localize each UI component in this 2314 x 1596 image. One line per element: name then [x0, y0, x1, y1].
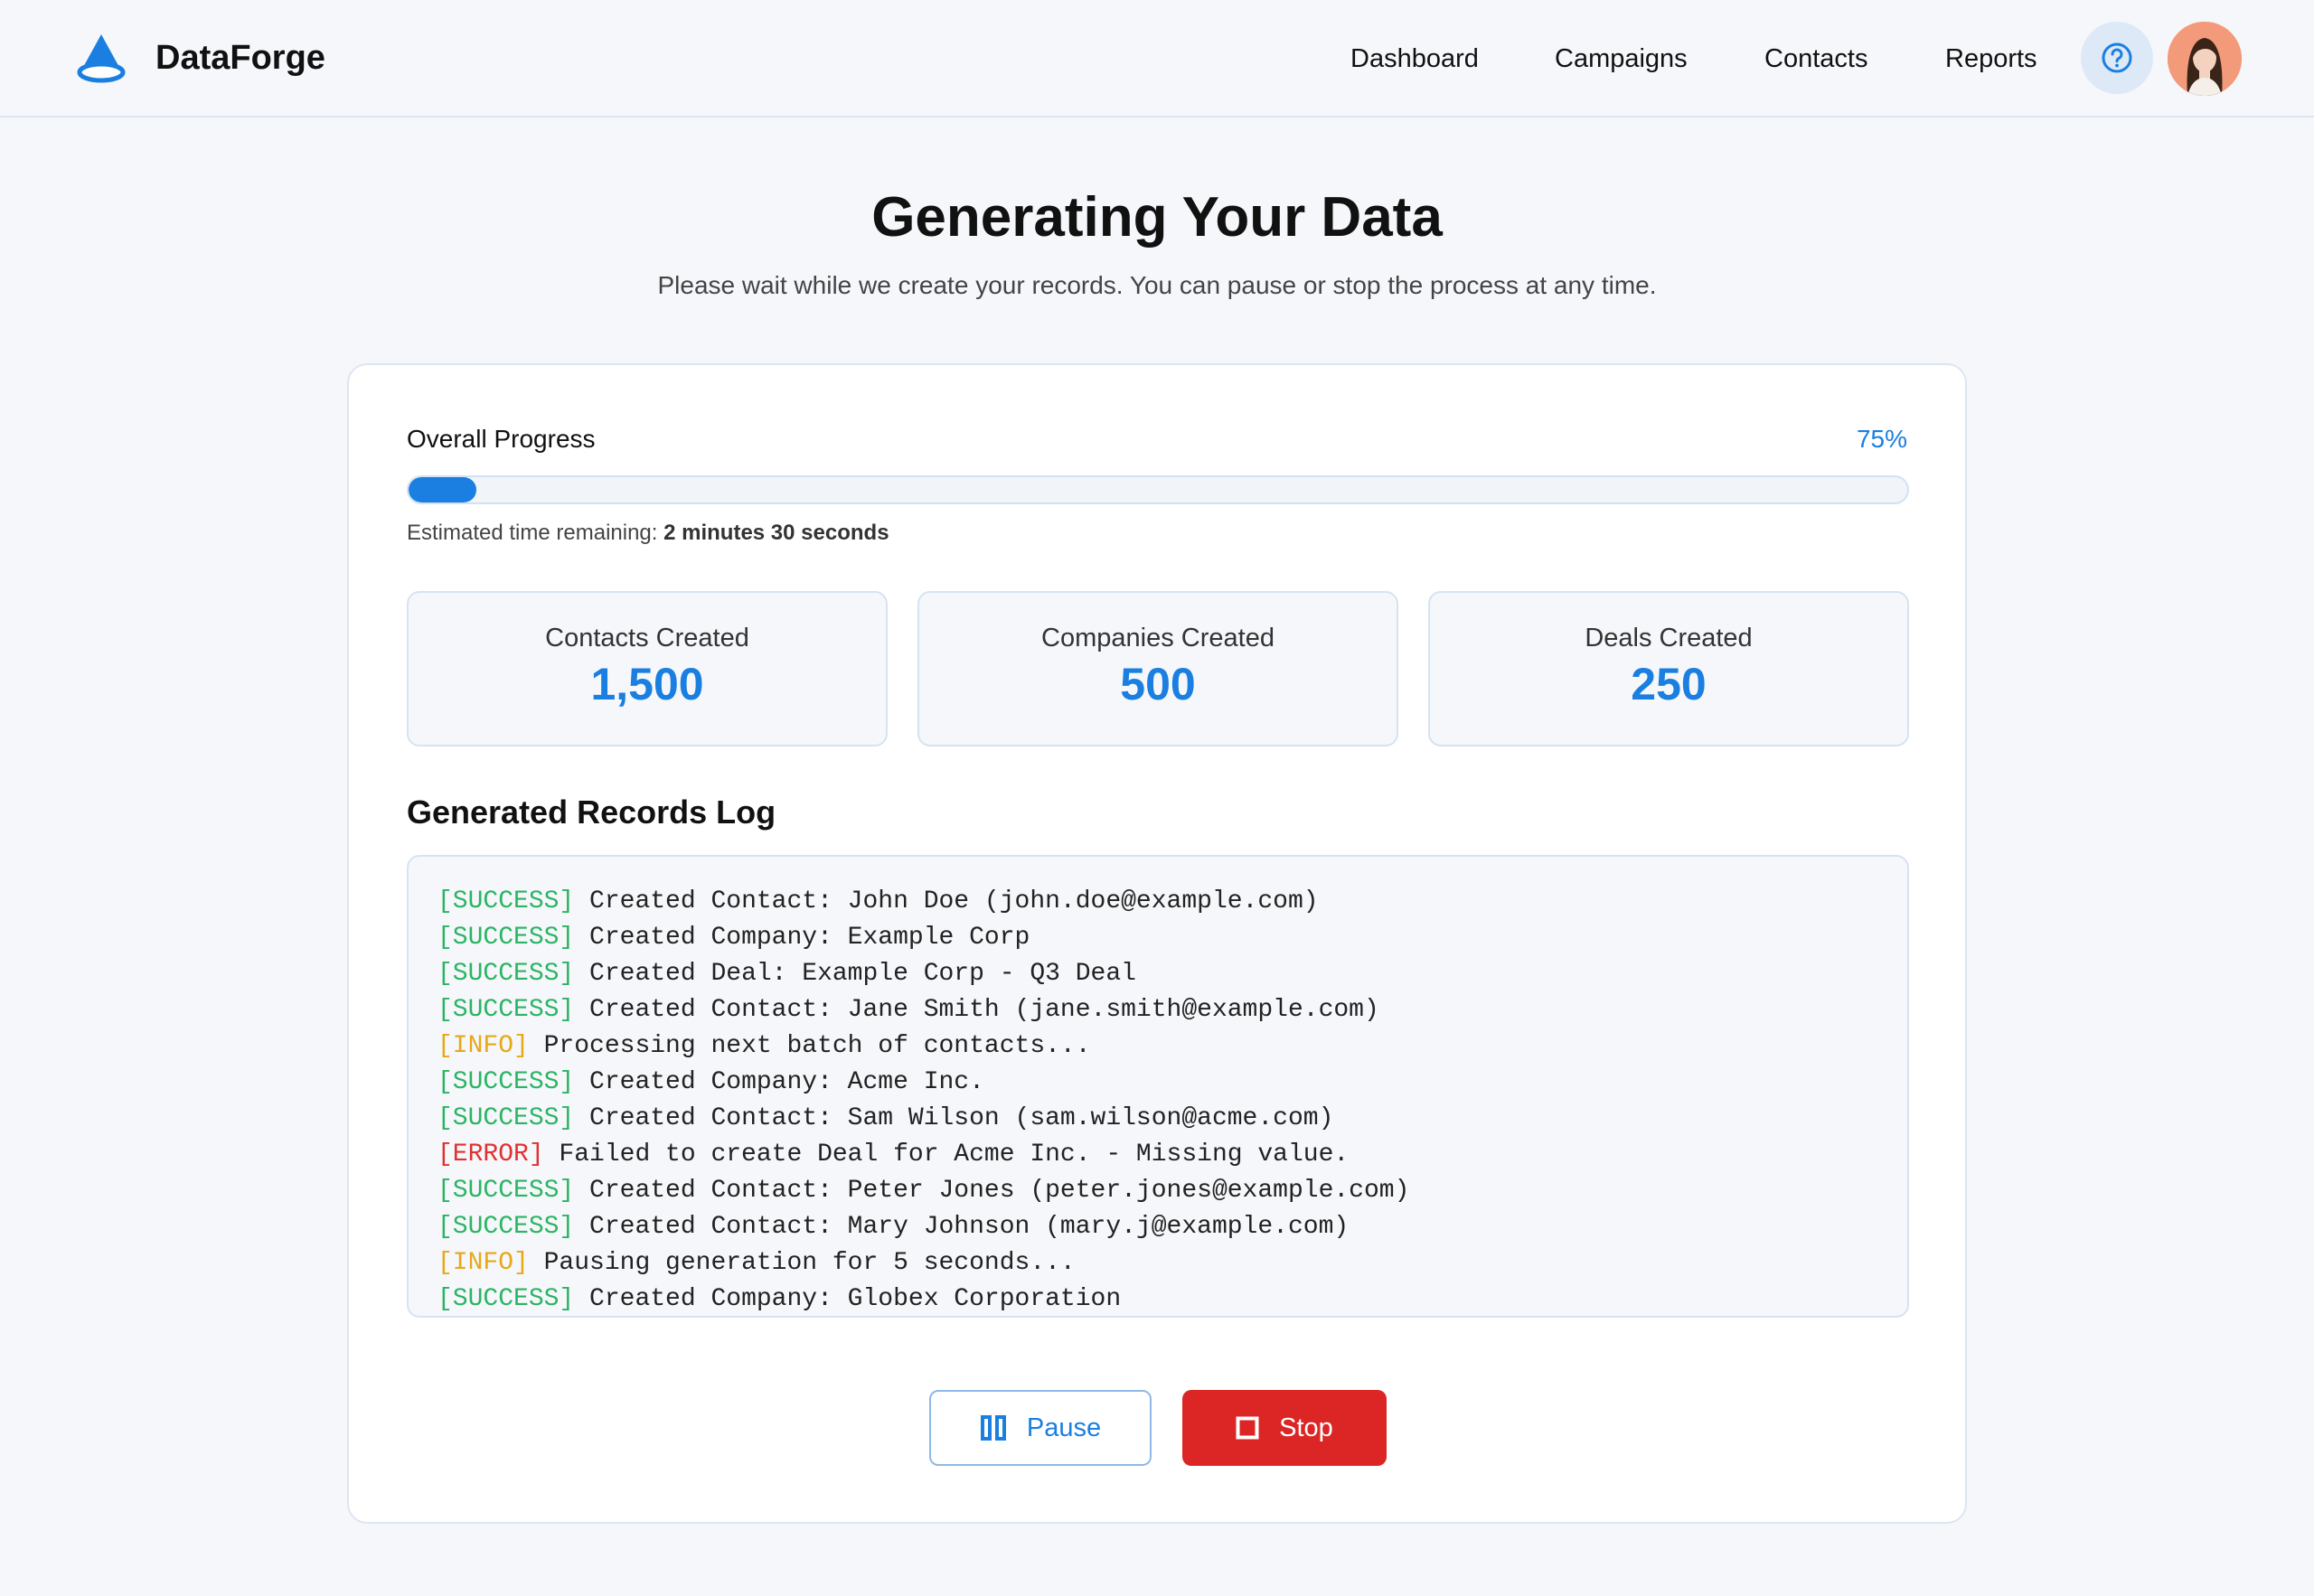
- stat-label: Companies Created: [1041, 624, 1275, 652]
- log-message: Created Deal: Example Corp - Q3 Deal: [574, 960, 1136, 988]
- log-level-tag: [SUCCESS]: [437, 996, 575, 1024]
- stat-value: 1,500: [590, 659, 704, 709]
- log-message: Pausing generation for 5 seconds...: [528, 1249, 1076, 1277]
- nav-contacts[interactable]: Contacts: [1764, 36, 1867, 81]
- top-navbar: DataForge Dashboard Campaigns Contacts R…: [0, 0, 2314, 117]
- log-level-tag: [INFO]: [437, 1249, 529, 1277]
- stat-companies-created: Companies Created 500: [917, 591, 1398, 746]
- log-level-tag: [SUCCESS]: [437, 1068, 575, 1096]
- log-level-tag: [ERROR]: [437, 1141, 544, 1169]
- log-message: Created Company: Example Corp: [574, 924, 1030, 952]
- log-message: Created Contact: Sam Wilson (sam.wilson@…: [574, 1104, 1334, 1132]
- brand-name: DataForge: [155, 38, 325, 77]
- log-entry: [INFO] Pausing generation for 5 seconds.…: [437, 1245, 1878, 1281]
- log-entry: [SUCCESS] Created Contact: Mary Johnson …: [437, 1209, 1878, 1245]
- nav-reports[interactable]: Reports: [1945, 36, 2037, 81]
- log-message: Created Contact: Peter Jones (peter.jone…: [574, 1177, 1410, 1205]
- log-entry: [SUCCESS] Created Contact: John Doe (joh…: [437, 884, 1878, 920]
- log-message: Failed to create Deal for Acme Inc. - Mi…: [543, 1141, 1350, 1169]
- log-entry: [INFO] Processing next batch of contacts…: [437, 1028, 1878, 1065]
- log-message: Created Company: Acme Inc.: [574, 1068, 984, 1096]
- stop-icon: [1236, 1416, 1259, 1440]
- log-level-tag: [SUCCESS]: [437, 1104, 575, 1132]
- log-message: Processing next batch of contacts...: [528, 1032, 1091, 1060]
- log-entry: [SUCCESS] Created Company: Globex Corpor…: [437, 1281, 1878, 1316]
- log-level-tag: [SUCCESS]: [437, 924, 575, 952]
- pause-icon: [980, 1414, 1007, 1441]
- nav-dashboard[interactable]: Dashboard: [1350, 36, 1479, 81]
- page-subtitle: Please wait while we create your records…: [657, 271, 1657, 299]
- pause-label: Pause: [1026, 1413, 1102, 1442]
- help-circle-icon: [2102, 42, 2132, 73]
- log-level-tag: [SUCCESS]: [437, 960, 575, 988]
- log-entry: [ERROR] Failed to create Deal for Acme I…: [437, 1137, 1878, 1173]
- log-message: Created Contact: Mary Johnson (mary.j@ex…: [574, 1213, 1350, 1241]
- log-level-tag: [SUCCESS]: [437, 1285, 575, 1313]
- log-message: Created Contact: Jane Smith (jane.smith@…: [574, 996, 1379, 1024]
- stop-label: Stop: [1279, 1413, 1333, 1442]
- stat-deals-created: Deals Created 250: [1428, 591, 1909, 746]
- pause-button[interactable]: Pause: [929, 1390, 1152, 1466]
- records-log[interactable]: [SUCCESS] Created Contact: John Doe (joh…: [407, 855, 1909, 1318]
- stat-value: 500: [1120, 659, 1196, 709]
- progress-label: Overall Progress: [407, 425, 596, 453]
- log-entry: [SUCCESS] Created Contact: Sam Wilson (s…: [437, 1101, 1878, 1137]
- stat-value: 250: [1631, 659, 1707, 709]
- log-entry: [SUCCESS] Created Contact: Peter Jones (…: [437, 1173, 1878, 1209]
- log-entry: [SUCCESS] Created Deal: Example Corp - Q…: [437, 956, 1878, 992]
- eta-label: Estimated time remaining:: [407, 521, 664, 545]
- page-title: Generating Your Data: [871, 186, 1443, 249]
- progress-bar: [407, 475, 1909, 504]
- stop-button[interactable]: Stop: [1182, 1390, 1387, 1466]
- log-entry: [SUCCESS] Created Contact: Jane Smith (j…: [437, 992, 1878, 1028]
- avatar-portrait-icon: [2168, 22, 2242, 96]
- log-entry: [SUCCESS] Created Company: Example Corp: [437, 920, 1878, 956]
- log-entry: [SUCCESS] Created Company: Acme Inc.: [437, 1065, 1878, 1101]
- brand[interactable]: DataForge: [74, 29, 325, 87]
- stat-label: Deals Created: [1585, 624, 1753, 652]
- eta-value: 2 minutes 30 seconds: [663, 521, 889, 545]
- progress-bar-fill: [409, 477, 476, 502]
- log-message: Created Company: Globex Corporation: [574, 1285, 1122, 1313]
- user-avatar[interactable]: [2168, 22, 2242, 96]
- eta-text: Estimated time remaining: 2 minutes 30 s…: [407, 521, 889, 546]
- logo-icon: [77, 34, 126, 83]
- help-button[interactable]: [2081, 22, 2153, 94]
- log-level-tag: [SUCCESS]: [437, 1177, 575, 1205]
- log-level-tag: [INFO]: [437, 1032, 529, 1060]
- stat-label: Contacts Created: [545, 624, 749, 652]
- generation-card: Overall Progress 75% Estimated time rema…: [347, 363, 1967, 1524]
- log-level-tag: [SUCCESS]: [437, 887, 575, 915]
- log-message: Created Contact: John Doe (john.doe@exam…: [574, 887, 1319, 915]
- nav-campaigns[interactable]: Campaigns: [1555, 36, 1688, 81]
- stat-contacts-created: Contacts Created 1,500: [407, 591, 888, 746]
- log-level-tag: [SUCCESS]: [437, 1213, 575, 1241]
- progress-percent: 75%: [1856, 425, 1907, 453]
- log-title: Generated Records Log: [407, 793, 776, 831]
